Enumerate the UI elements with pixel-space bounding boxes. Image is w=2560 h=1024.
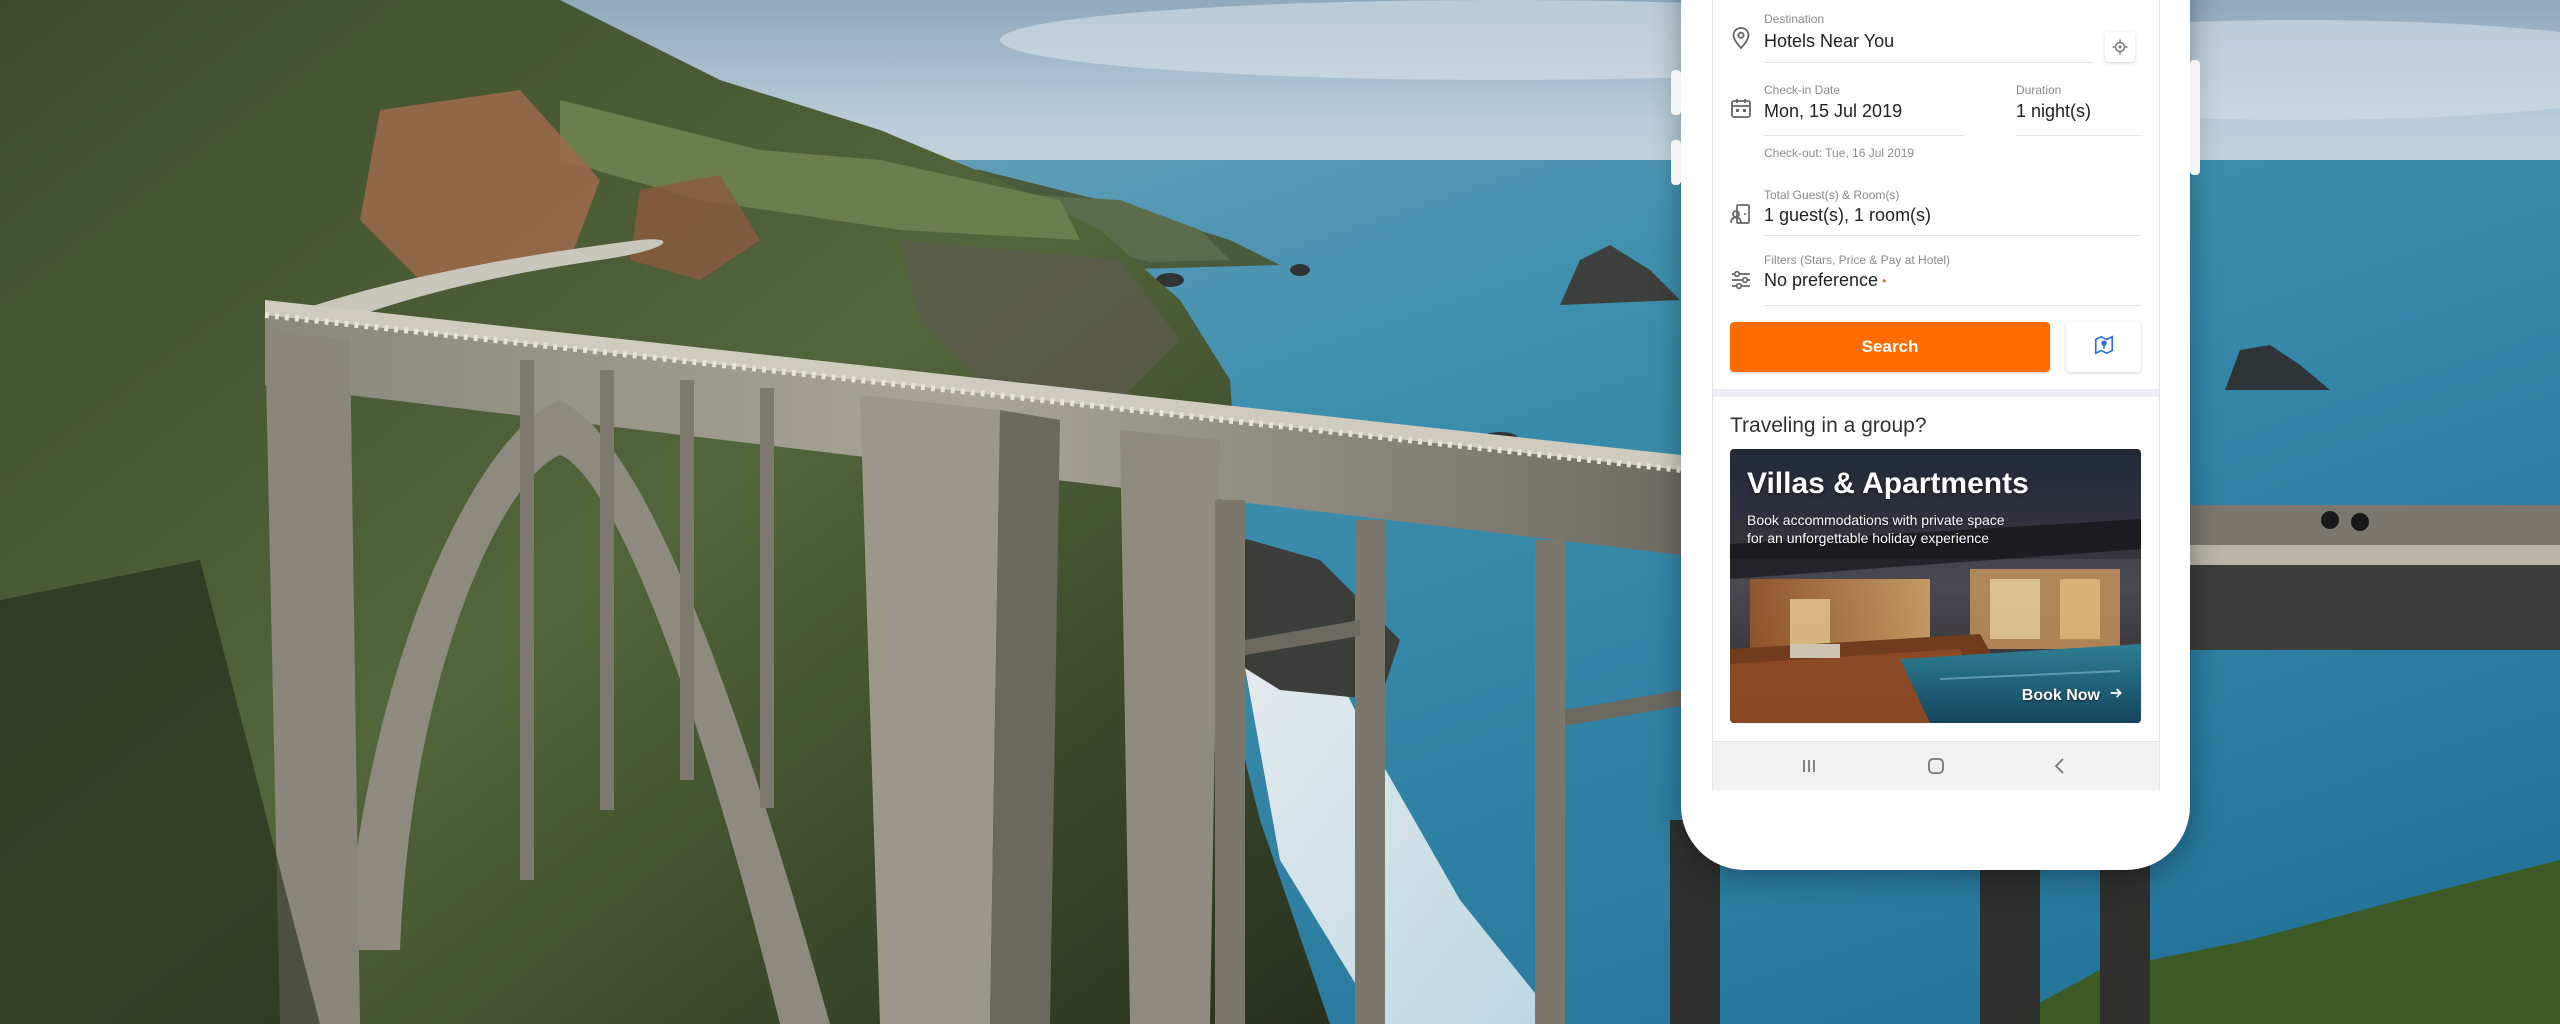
filter-sliders-icon (1729, 268, 1753, 292)
checkin-underline (1764, 135, 1964, 136)
destination-label: Destination (1764, 12, 1825, 26)
search-button[interactable]: Search (1730, 322, 2050, 372)
home-icon[interactable] (1924, 754, 1948, 778)
map-icon (2093, 334, 2115, 361)
promo-title: Villas & Apartments (1747, 467, 2029, 500)
guests-label: Total Guest(s) & Room(s) (1764, 188, 1900, 202)
map-view-button[interactable] (2066, 322, 2141, 372)
filters-field[interactable]: Filters (Stars, Price & Pay at Hotel) No… (1713, 244, 2159, 306)
phone-side-button (1671, 140, 1681, 185)
locate-me-icon[interactable] (2105, 32, 2135, 62)
guests-underline (1764, 235, 2141, 236)
checkout-text: Check-out: Tue, 16 Jul 2019 (1764, 146, 1915, 160)
location-pin-icon (1729, 26, 1753, 50)
book-now-label: Book Now (2021, 686, 2100, 704)
calendar-icon (1729, 96, 1753, 120)
section-divider (1713, 389, 2159, 397)
guests-rooms-icon (1729, 202, 1753, 226)
group-section-title: Traveling in a group? (1730, 414, 1927, 437)
duration-label: Duration (2016, 83, 2062, 97)
villas-promo-card[interactable]: Villas & Apartments Book accommodations … (1730, 449, 2141, 723)
guests-rooms-field[interactable]: Total Guest(s) & Room(s) 1 guest(s), 1 r… (1713, 178, 2159, 236)
recent-apps-icon[interactable] (1797, 754, 1821, 778)
destination-field[interactable]: Destination Hotels Near You (1713, 0, 2159, 68)
duration-value: 1 night(s) (2016, 101, 2092, 121)
back-icon[interactable] (2048, 754, 2072, 778)
checkin-label: Check-in Date (1764, 83, 1841, 97)
arrow-right-icon (2108, 685, 2124, 706)
destination-value: Hotels Near You (1764, 31, 1895, 51)
phone-power-button (2190, 60, 2200, 175)
app-screen: Destination Hotels Near You Check-in Dat… (1712, 0, 2160, 790)
phone-side-button (1671, 70, 1681, 115)
duration-underline (2016, 135, 2143, 136)
filters-value-wrap: No preference • (1764, 270, 1886, 291)
filters-indicator-dot: • (1882, 274, 1887, 289)
guests-value: 1 guest(s), 1 room(s) (1764, 205, 1932, 225)
system-navigation-bar (1713, 741, 2159, 790)
book-now-link[interactable]: Book Now (2022, 685, 2124, 706)
destination-underline (1764, 62, 2093, 63)
filters-value: No preference (1764, 270, 1879, 290)
filters-label: Filters (Stars, Price & Pay at Hotel) (1764, 253, 1951, 267)
duration-field[interactable]: Duration 1 night(s) (2003, 72, 2143, 136)
checkin-value: Mon, 15 Jul 2019 (1764, 101, 1903, 121)
promo-subtitle: Book accommodations with private space f… (1747, 512, 2005, 546)
filters-underline (1764, 305, 2141, 306)
